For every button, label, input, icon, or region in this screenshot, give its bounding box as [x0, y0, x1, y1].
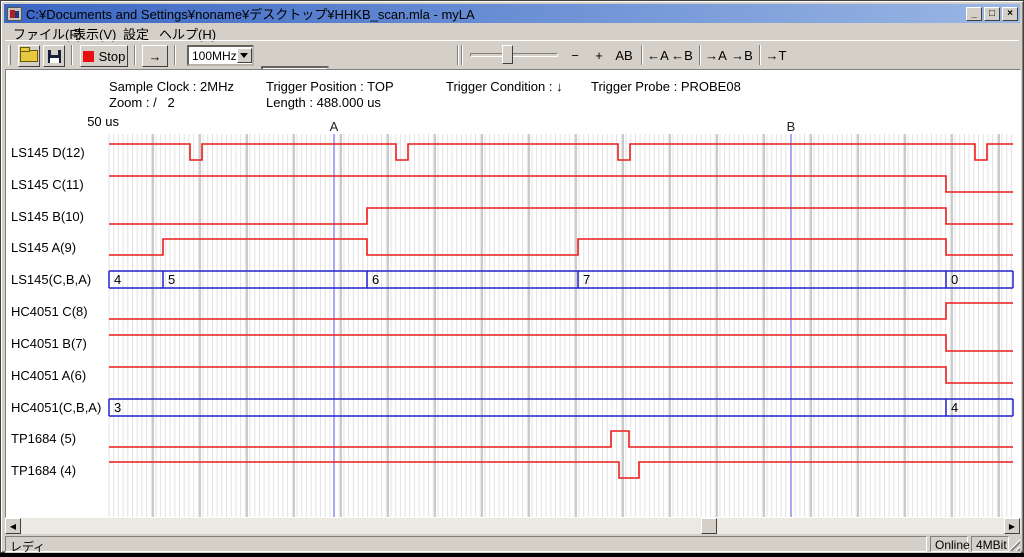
signal-label: HC4051 A(6) — [11, 368, 86, 383]
goto-b-right-button[interactable]: →B — [729, 45, 755, 65]
zoom-slider-track[interactable] — [470, 53, 558, 57]
maximize-button[interactable]: □ — [984, 7, 1000, 21]
signal-label: LS145 B(10) — [11, 209, 84, 224]
app-icon[interactable] — [7, 7, 22, 21]
scroll-left-arrow-icon[interactable]: ◀ — [5, 518, 21, 534]
status-online: Online — [930, 536, 968, 552]
toolbar: Stop → 100MHz TOP ↑ PROBE00 − + AB ←A ←B — [5, 40, 1019, 68]
toolbar-grip — [8, 45, 11, 65]
stop-label: Stop — [99, 49, 126, 64]
sample-clock-value: 100MHz — [192, 49, 237, 63]
signal-label: HC4051(C,B,A) — [11, 400, 101, 415]
length-info: Length : 488.000 us — [266, 95, 381, 110]
zoom-in-button[interactable]: + — [589, 45, 609, 65]
toolbar-separator — [71, 45, 73, 65]
save-file-button[interactable] — [43, 45, 65, 67]
minimize-button[interactable]: _ — [966, 7, 982, 21]
dropdown-arrow-icon[interactable] — [237, 48, 252, 63]
stop-button[interactable]: Stop — [80, 45, 128, 67]
signal-label: TP1684 (4) — [11, 463, 76, 478]
toolbar-separator — [699, 45, 701, 65]
menu-bar: ファイル(F) 表示(V) 設定 ヘルプ(H) — [5, 24, 1019, 40]
trigger-condition-info: Trigger Condition : ↓ — [446, 79, 563, 94]
toolbar-separator — [641, 45, 643, 65]
stop-square-icon — [83, 51, 94, 62]
toolbar-separator — [174, 45, 176, 65]
signal-label: LS145 A(9) — [11, 240, 76, 255]
signal-label: HC4051 C(8) — [11, 304, 88, 319]
trigger-probe-info: Trigger Probe : PROBE08 — [591, 79, 741, 94]
toolbar-separator — [134, 45, 136, 65]
zoom-info: Zoom : / 2 — [109, 95, 175, 110]
status-bar: レディ Online 4MBit — [5, 535, 1021, 553]
sample-clock-info: Sample Clock : 2MHz — [109, 79, 234, 94]
signal-label: LS145 D(12) — [11, 145, 85, 160]
signal-label: LS145(C,B,A) — [11, 272, 91, 287]
open-file-button[interactable] — [18, 45, 40, 67]
scroll-right-arrow-icon[interactable]: ▶ — [1004, 518, 1020, 534]
goto-a-left-button[interactable]: ←A — [645, 45, 671, 65]
save-floppy-icon — [48, 50, 61, 63]
close-button[interactable]: × — [1002, 7, 1018, 21]
goto-a-right-button[interactable]: →A — [703, 45, 729, 65]
status-ready: レディ — [5, 536, 927, 552]
zoom-ab-button[interactable]: AB — [611, 45, 637, 65]
toolbar-separator — [461, 45, 463, 65]
zoom-out-button[interactable]: − — [565, 45, 585, 65]
waveform-client-area — [5, 69, 1021, 518]
title-bar[interactable]: C:¥Documents and Settings¥noname¥デスクトップ¥… — [4, 4, 1020, 23]
zoom-slider-thumb[interactable] — [502, 45, 513, 64]
sample-clock-combo[interactable]: 100MHz — [187, 45, 254, 66]
status-memory: 4MBit — [971, 536, 1009, 552]
toolbar-separator — [457, 45, 459, 65]
goto-trigger-button[interactable]: →T — [763, 45, 789, 65]
signal-label: TP1684 (5) — [11, 431, 76, 446]
window-title: C:¥Documents and Settings¥noname¥デスクトップ¥… — [26, 4, 964, 23]
open-folder-icon — [20, 50, 38, 62]
run-button[interactable]: → — [142, 45, 168, 67]
signal-label: LS145 C(11) — [11, 177, 84, 192]
trigger-position-info: Trigger Position : TOP — [266, 79, 394, 94]
horizontal-scrollbar[interactable]: ◀ ▶ — [5, 518, 1021, 534]
signal-label: HC4051 B(7) — [11, 336, 87, 351]
scrollbar-thumb[interactable] — [701, 518, 717, 534]
toolbar-separator — [759, 45, 761, 65]
app-window: C:¥Documents and Settings¥noname¥デスクトップ¥… — [0, 0, 1024, 553]
time-division-label: 50 us — [85, 114, 119, 129]
goto-b-left-button[interactable]: ←B — [669, 45, 695, 65]
